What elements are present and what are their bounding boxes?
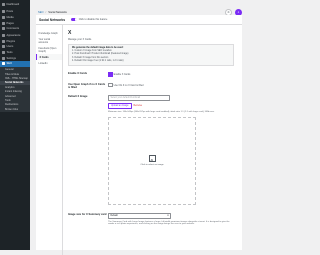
use-og-label: Use Open Graph if no X Cards is filled	[68, 82, 106, 89]
default-image-row: Default X Image Select your default thum…	[68, 95, 234, 205]
sidebar-item-label: Tools	[6, 51, 13, 55]
users-icon	[2, 45, 5, 49]
sidebar-item-label: Users	[6, 45, 14, 49]
chevron-down-icon: ▾	[167, 215, 169, 218]
card-size-value: Default	[110, 214, 118, 217]
settings-subnav: Knowledge Graph Your social accounts Fac…	[36, 25, 63, 255]
image-dropzone-caption: Click to select an image	[140, 164, 164, 167]
sidebar-item-label: Comments	[6, 27, 20, 31]
breadcrumb-current: Social Networks	[48, 11, 67, 14]
enable-x-cards-text: Enable X Cards	[113, 72, 131, 76]
settings-content: X Manage your X Cards. We generate the d…	[68, 30, 234, 225]
card-size-select[interactable]: Default ▾	[108, 212, 171, 219]
image-dropzone[interactable]: Click to select an image	[108, 116, 196, 205]
settings-panel: Knowledge Graph Your social accounts Fac…	[36, 25, 242, 255]
comment-icon	[2, 27, 5, 31]
subnav-facebook[interactable]: Facebook (Open Graph)	[36, 45, 62, 54]
sidebar-item-label: SEO	[6, 62, 12, 66]
info-notice: We generate the default image data to be…	[68, 44, 234, 67]
default-image-label: Default X Image	[68, 95, 88, 99]
image-placeholder-icon	[148, 155, 156, 163]
enable-x-cards-checkbox[interactable]	[108, 72, 113, 77]
settings-icon	[2, 56, 5, 60]
sidebar-item-label: Media	[6, 15, 14, 19]
admin-sidebar: Dashboard Posts Media Pages Comments App…	[0, 0, 30, 250]
use-og-checkbox[interactable]	[108, 82, 113, 88]
admin-bar	[30, 0, 250, 7]
subnav-linkedin[interactable]: LinkedIn	[36, 60, 62, 66]
feature-toggle[interactable]	[71, 18, 78, 21]
seo-submenu: General Titles & Meta XML - HTML Sitemap…	[0, 66, 30, 113]
page-header: Social Networks Click to disable this fe…	[36, 15, 242, 25]
breadcrumb-home[interactable]: SEO	[38, 11, 43, 14]
card-size-label: Image size for X Summary card	[68, 212, 107, 216]
use-og-text: Use OG if no X Card is filled	[113, 83, 144, 87]
enable-x-cards-label: Enable X Cards	[68, 72, 88, 76]
pin-icon	[2, 10, 5, 14]
seo-icon	[2, 62, 5, 66]
breadcrumb-separator-icon: /	[45, 11, 47, 14]
page-title: Social Networks	[39, 17, 66, 22]
dashboard-icon	[2, 3, 5, 7]
brush-icon	[2, 34, 5, 38]
card-size-row: Image size for X Summary card Default ▾ …	[68, 212, 234, 225]
use-og-row: Use Open Graph if no X Cards is filled U…	[68, 82, 234, 89]
notice-line: 4. Default OG image if set (1.91:1 ratio…	[72, 59, 124, 62]
submenu-item-broken-links[interactable]: Broken links	[0, 107, 30, 111]
enable-x-cards-row: Enable X Cards Enable X Cards	[68, 72, 234, 77]
media-icon	[2, 15, 5, 19]
tools-icon	[2, 51, 5, 55]
sidebar-item-label: Posts	[6, 10, 14, 14]
sidebar-item-label: Appearance	[6, 34, 21, 38]
page-icon	[2, 21, 5, 25]
image-requirements: Minimum size: 144x144px (300x157px with …	[108, 110, 215, 113]
plugin-icon	[2, 39, 5, 43]
remove-image-link[interactable]: Remove	[134, 105, 143, 107]
sidebar-item-label: Plugins	[6, 39, 16, 43]
section-intro: Manage your X Cards.	[68, 38, 92, 41]
sidebar-item-label: Dashboard	[6, 3, 20, 7]
default-image-input[interactable]: Select your default thumbnail	[108, 95, 170, 102]
breadcrumb: SEO / Social Networks	[38, 11, 67, 14]
x-logo-icon: X	[68, 30, 72, 36]
subnav-social-accounts[interactable]: Your social accounts	[36, 36, 62, 45]
sidebar-item-label: Pages	[6, 21, 14, 25]
card-size-description: The Summary Card with Large Image featur…	[108, 220, 230, 225]
upload-image-button[interactable]: Upload an Image	[108, 103, 132, 109]
sidebar-item-label: Settings	[6, 56, 16, 60]
toggle-hint: Click to disable this feature	[78, 18, 108, 21]
